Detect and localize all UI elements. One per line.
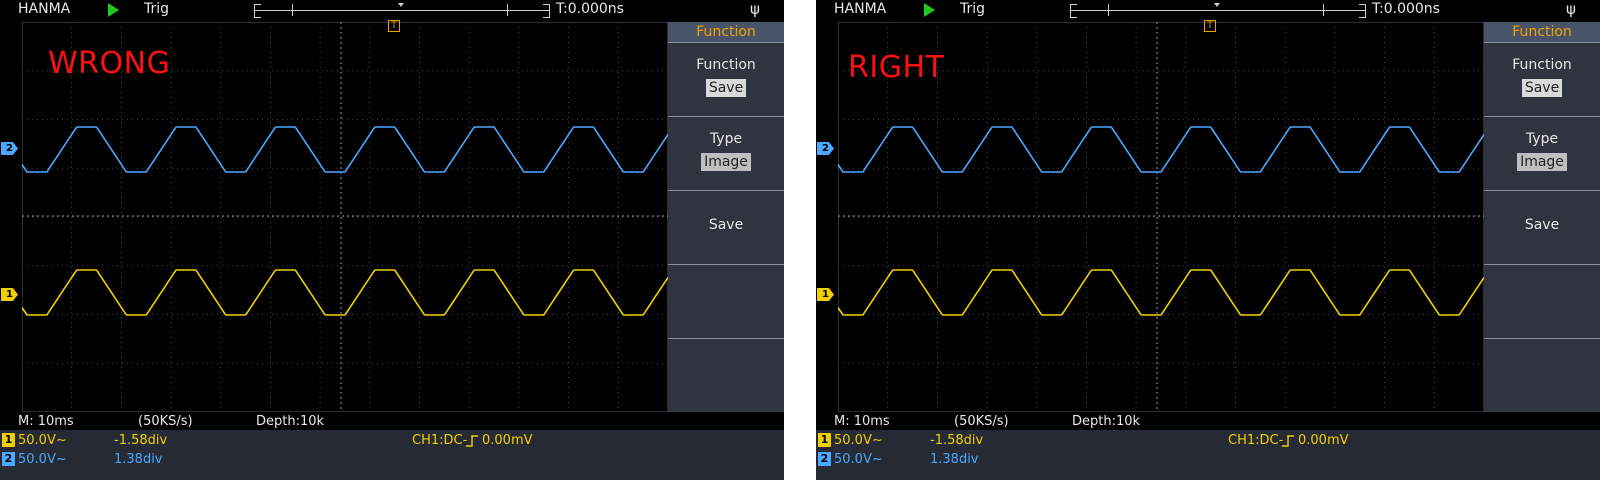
acquisition-status-bar: M: 10ms (50KS/s) Depth:10k [816,412,1600,430]
top-status-bar: HANMA Trig T:0.000ns ψ [0,0,784,22]
trigger-source: CH1:DC- [412,433,468,448]
menu-item-value: Image [1517,153,1567,171]
trigger-level: 0.00mV [482,433,533,448]
channel-status-bar: 1 50.0V~ -1.58div CH1:DC- 0.00mV 2 50.0V… [0,430,784,480]
function-menu: Function Function Save Type Image Save [1484,22,1600,412]
trigger-state-label: Trig [144,1,170,17]
ch2-offset: 1.38div [930,452,979,467]
rising-edge-icon [1282,435,1294,447]
ch1-badge[interactable]: 1 [2,433,15,447]
menu-title: Function [668,22,784,42]
menu-item-label: Save [1524,217,1560,233]
function-menu: Function Function Save Type Image Save [668,22,784,412]
run-state-icon[interactable] [924,3,935,17]
menu-item-empty-5[interactable] [668,338,784,410]
usb-icon: ψ [1566,0,1576,18]
ch1-offset: -1.58div [930,433,984,448]
menu-item-type[interactable]: Type Image [1484,116,1600,188]
menu-item-save[interactable]: Save [668,190,784,262]
run-state-icon[interactable] [108,3,119,17]
ch2-offset-marker[interactable]: 2 [1,142,18,155]
memory-pointer-icon [1214,3,1220,7]
brand-label: HANMA [834,1,887,17]
ch2-scale: 50.0V~ [834,452,883,467]
channel-status-bar: 1 50.0V~ -1.58div CH1:DC- 0.00mV 2 50.0V… [816,430,1600,480]
usb-icon: ψ [750,0,760,18]
ch1-badge[interactable]: 1 [818,433,831,447]
oscilloscope-panel-wrong: HANMA Trig T:0.000ns ψ WRONG T 2 1 Funct… [0,0,784,480]
menu-item-function[interactable]: Function Save [1484,42,1600,114]
ch2-offset: 1.38div [114,452,163,467]
ch2-scale: 50.0V~ [18,452,67,467]
menu-item-label: Save [708,217,744,233]
timebase-value: M: 10ms [18,414,74,429]
trigger-source: CH1:DC- [1228,433,1284,448]
sample-rate-value: (50KS/s) [138,414,193,429]
memory-depth-value: Depth:10k [256,414,325,429]
ch1-offset-marker[interactable]: 1 [817,288,834,301]
trigger-position-marker: T [1204,20,1216,32]
trigger-time-position: T:0.000ns [556,1,624,17]
ch2-badge[interactable]: 2 [818,452,831,466]
top-status-bar: HANMA Trig T:0.000ns ψ [816,0,1600,22]
trigger-state-label: Trig [960,1,986,17]
memory-position-bar [1070,3,1366,18]
brand-label: HANMA [18,1,71,17]
menu-item-label: Function [1512,57,1572,73]
memory-pointer-icon [398,3,404,7]
ch1-waveform [838,269,1484,316]
menu-item-empty-4[interactable] [1484,264,1600,336]
ch2-waveform [838,126,1484,173]
ch1-scale: 50.0V~ [18,433,67,448]
menu-item-value: Save [705,79,747,97]
menu-item-function[interactable]: Function Save [668,42,784,114]
ch1-offset: -1.58div [114,433,168,448]
ch2-waveform [22,126,668,173]
menu-item-label: Function [696,57,756,73]
overlay-label: RIGHT [848,50,945,85]
menu-item-value: Image [701,153,751,171]
memory-position-bar [254,3,550,18]
sample-rate-value: (50KS/s) [954,414,1009,429]
menu-item-label: Type [709,131,743,147]
menu-item-value: Save [1521,79,1563,97]
rising-edge-icon [466,435,478,447]
menu-item-label: Type [1525,131,1559,147]
memory-depth-value: Depth:10k [1072,414,1141,429]
oscilloscope-panel-right: HANMA Trig T:0.000ns ψ RIGHT T 2 1 Funct… [816,0,1600,480]
ch1-offset-marker[interactable]: 1 [1,288,18,301]
timebase-value: M: 10ms [834,414,890,429]
acquisition-status-bar: M: 10ms (50KS/s) Depth:10k [0,412,784,430]
ch2-badge[interactable]: 2 [2,452,15,466]
menu-item-type[interactable]: Type Image [668,116,784,188]
trigger-level: 0.00mV [1298,433,1349,448]
menu-item-empty-4[interactable] [668,264,784,336]
menu-title: Function [1484,22,1600,42]
trigger-position-marker: T [388,20,400,32]
trigger-time-position: T:0.000ns [1372,1,1440,17]
ch2-offset-marker[interactable]: 2 [817,142,834,155]
menu-item-empty-5[interactable] [1484,338,1600,410]
ch1-scale: 50.0V~ [834,433,883,448]
menu-item-save[interactable]: Save [1484,190,1600,262]
overlay-label: WRONG [48,46,171,81]
ch1-waveform [22,269,668,316]
